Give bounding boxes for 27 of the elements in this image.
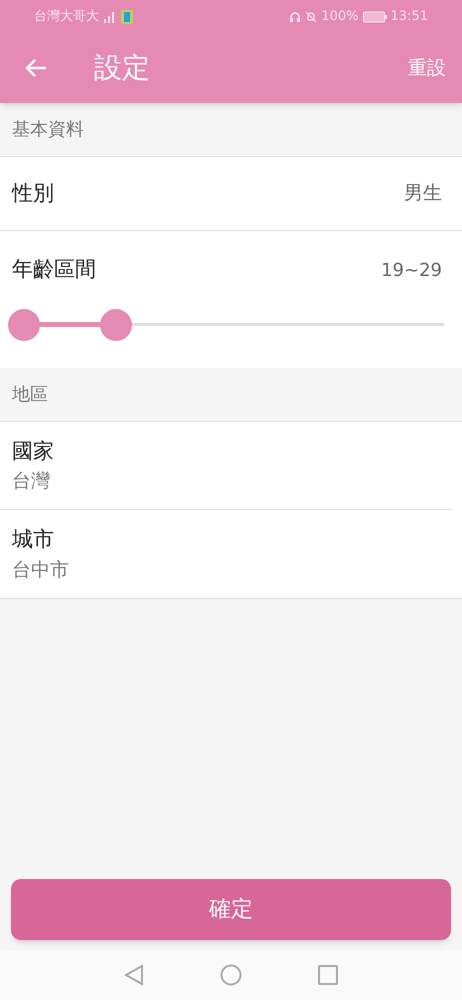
region-row[interactable]: 城市 台中市 bbox=[0, 510, 462, 598]
region-label: 城市 bbox=[12, 526, 55, 553]
gender-value: 男生 bbox=[404, 181, 442, 206]
region-value: 台灣 bbox=[12, 469, 51, 494]
gender-label: 性別 bbox=[12, 180, 54, 207]
gender-row[interactable]: 性別 男生 bbox=[0, 157, 462, 231]
carrier-text: 台灣大哥大 bbox=[34, 8, 99, 26]
headphones-icon bbox=[289, 10, 302, 22]
slider-thumb[interactable] bbox=[100, 309, 132, 341]
battery-text: 100% bbox=[321, 8, 359, 26]
back-triangle-icon[interactable] bbox=[124, 964, 144, 986]
age-range-label: 年齡區間 bbox=[12, 256, 96, 284]
signal-icon bbox=[103, 10, 117, 22]
home-circle-icon[interactable] bbox=[220, 964, 242, 986]
recents-square-icon[interactable] bbox=[318, 965, 338, 985]
screen-title: 設定 bbox=[94, 50, 150, 86]
region-row[interactable]: 國家 台灣 bbox=[0, 422, 452, 510]
region-value: 台中市 bbox=[12, 558, 70, 582]
range-slider[interactable] bbox=[8, 309, 446, 341]
app-icon bbox=[121, 10, 133, 24]
slider-thumb[interactable] bbox=[8, 309, 40, 341]
back-arrow-icon bbox=[25, 58, 47, 78]
time-text: 13:51 bbox=[390, 8, 428, 26]
battery-icon bbox=[362, 10, 387, 22]
age-range-value: 19~29 bbox=[381, 258, 442, 282]
muted-bell-icon bbox=[305, 10, 318, 22]
region-label: 國家 bbox=[12, 438, 55, 464]
